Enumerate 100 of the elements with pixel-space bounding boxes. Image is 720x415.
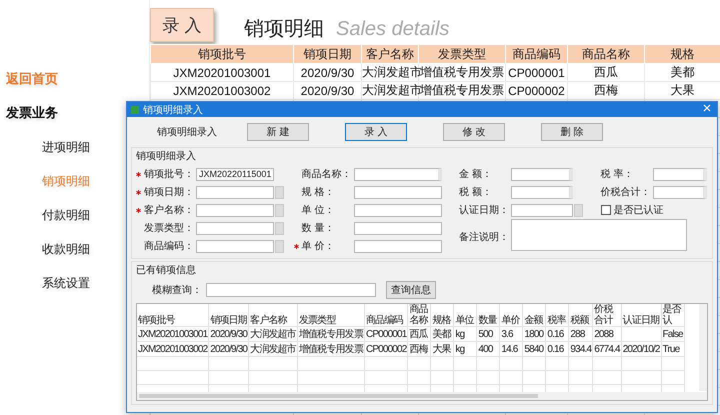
input-field[interactable] (354, 240, 442, 252)
entry-button[interactable]: 录 入 (150, 8, 214, 42)
table-cell: 大果 (430, 342, 454, 356)
field-label: 商品名称： (302, 168, 352, 181)
memo-field[interactable] (511, 219, 687, 251)
table-cell: JXM20201003002 (137, 342, 209, 356)
table-cell: CP000001 (506, 64, 568, 82)
input-field[interactable] (511, 186, 573, 198)
table-cell: 西瓜 (568, 64, 644, 82)
field-label: 单 位： (302, 204, 336, 217)
table-cell: 西瓜 (408, 326, 431, 342)
input-field[interactable] (196, 204, 274, 216)
column-header: 价税合计 (592, 304, 622, 326)
checkbox[interactable] (600, 205, 610, 215)
dropdown-button[interactable] (275, 240, 284, 252)
table-cell: CP000001 (364, 326, 408, 342)
dialog-title: 销项明细录入 (143, 104, 204, 116)
input-field[interactable] (196, 186, 274, 198)
table-cell: CP000002 (506, 82, 568, 100)
table-cell: True (661, 342, 684, 356)
dropdown-button[interactable] (275, 204, 284, 216)
search-button[interactable]: 查询信息 (386, 281, 436, 299)
toolbar-button[interactable]: 录 入 (345, 123, 407, 141)
column-header: 发票类型 (297, 304, 364, 326)
table-cell: kg (454, 326, 477, 342)
field-label: 金 额： (459, 168, 493, 181)
column-header: 商品编码 (506, 44, 568, 64)
table-cell: 大果 (644, 82, 720, 100)
table-cell: 3.6 (500, 326, 523, 342)
sidebar-item[interactable]: 系统设置 (42, 274, 90, 292)
table-cell: 0.16 (546, 326, 569, 342)
scrollbar[interactable] (137, 392, 707, 400)
input-field[interactable] (354, 222, 442, 234)
table-cell: 6774.4 (592, 342, 622, 356)
table-cell: 2020/9/30 (294, 64, 362, 82)
input-field[interactable] (354, 186, 442, 198)
table-cell: 400 (476, 342, 500, 356)
field-label: 规 格： (302, 186, 336, 199)
table-cell: 500 (476, 326, 500, 342)
table-cell: 增值税专用发票 (297, 342, 364, 356)
column-header: 客户名称 (362, 44, 418, 64)
table-cell: 14.6 (500, 342, 523, 356)
sidebar-item[interactable]: 进项明细 (42, 138, 90, 156)
table-cell: 5840 (522, 342, 546, 356)
column-header: 规格 (644, 44, 720, 64)
toolbar-button[interactable]: 修 改 (443, 123, 505, 141)
table-cell: 大润发超市 (248, 326, 298, 342)
page-subtitle: Sales details (336, 18, 450, 41)
search-field[interactable] (206, 283, 376, 297)
field-label: 单 价： (302, 240, 336, 253)
table-cell: 西梅 (568, 82, 644, 100)
toolbar-button[interactable]: 新 建 (247, 123, 309, 141)
column-header: 规格 (430, 304, 454, 326)
column-header: 单价 (500, 304, 523, 326)
input-field[interactable] (511, 168, 573, 180)
column-header: 认证日期 (621, 304, 662, 326)
table-cell: 美都 (430, 326, 454, 342)
field-label: 客户名称： (144, 204, 195, 217)
input-field[interactable] (196, 222, 274, 234)
column-header: 金额 (522, 304, 546, 326)
column-header: 客户名称 (248, 304, 298, 326)
dropdown-button[interactable] (275, 222, 284, 234)
scrollbar[interactable] (699, 304, 707, 391)
table-cell: 2020/9/30 (208, 342, 249, 356)
page-title: 销项明细 (244, 17, 324, 42)
column-header: 数量 (476, 304, 500, 326)
field-label: 销项日期： (144, 186, 195, 199)
input-field[interactable]: JXM20220115001 (196, 168, 274, 180)
form-heading: 销项明细录入 (156, 126, 218, 139)
column-header: 商品编码 (364, 304, 408, 326)
input-field[interactable] (652, 186, 706, 198)
table-cell: 大润发超市 (248, 342, 298, 356)
column-header: 是否认 (661, 304, 684, 326)
sidebar-item[interactable]: 付款明细 (42, 206, 90, 224)
column-header: 发票类型 (418, 44, 506, 64)
input-field[interactable] (354, 204, 442, 216)
app-icon (131, 106, 139, 114)
column-header: 单位 (454, 304, 477, 326)
column-header: 税额 (568, 304, 593, 326)
field-label: 发票类型： (144, 222, 195, 235)
group-title: 销项明细录入 (136, 150, 196, 163)
table-cell: 2088 (592, 326, 622, 342)
input-field[interactable] (354, 168, 442, 180)
field-label: 模糊查询： (152, 284, 202, 297)
table-cell: 0.16 (546, 342, 569, 356)
field-label: 价税合计： (600, 186, 652, 199)
input-field[interactable] (652, 168, 706, 180)
table-cell: 1800 (522, 326, 546, 342)
table-cell: 美都 (644, 64, 720, 82)
column-header: 税率 (546, 304, 569, 326)
table-cell: JXM20201003001 (150, 64, 294, 82)
dropdown-button[interactable] (275, 186, 284, 198)
input-field[interactable] (511, 204, 573, 216)
dropdown-button[interactable] (574, 204, 583, 216)
table-cell: 增值税专用发票 (418, 64, 506, 82)
input-field[interactable] (196, 240, 274, 252)
field-label: 税 率： (600, 168, 634, 181)
table-cell: 增值税专用发票 (418, 82, 506, 100)
toolbar-button[interactable]: 删 除 (541, 123, 603, 141)
sidebar-item[interactable]: 收款明细 (42, 240, 90, 258)
